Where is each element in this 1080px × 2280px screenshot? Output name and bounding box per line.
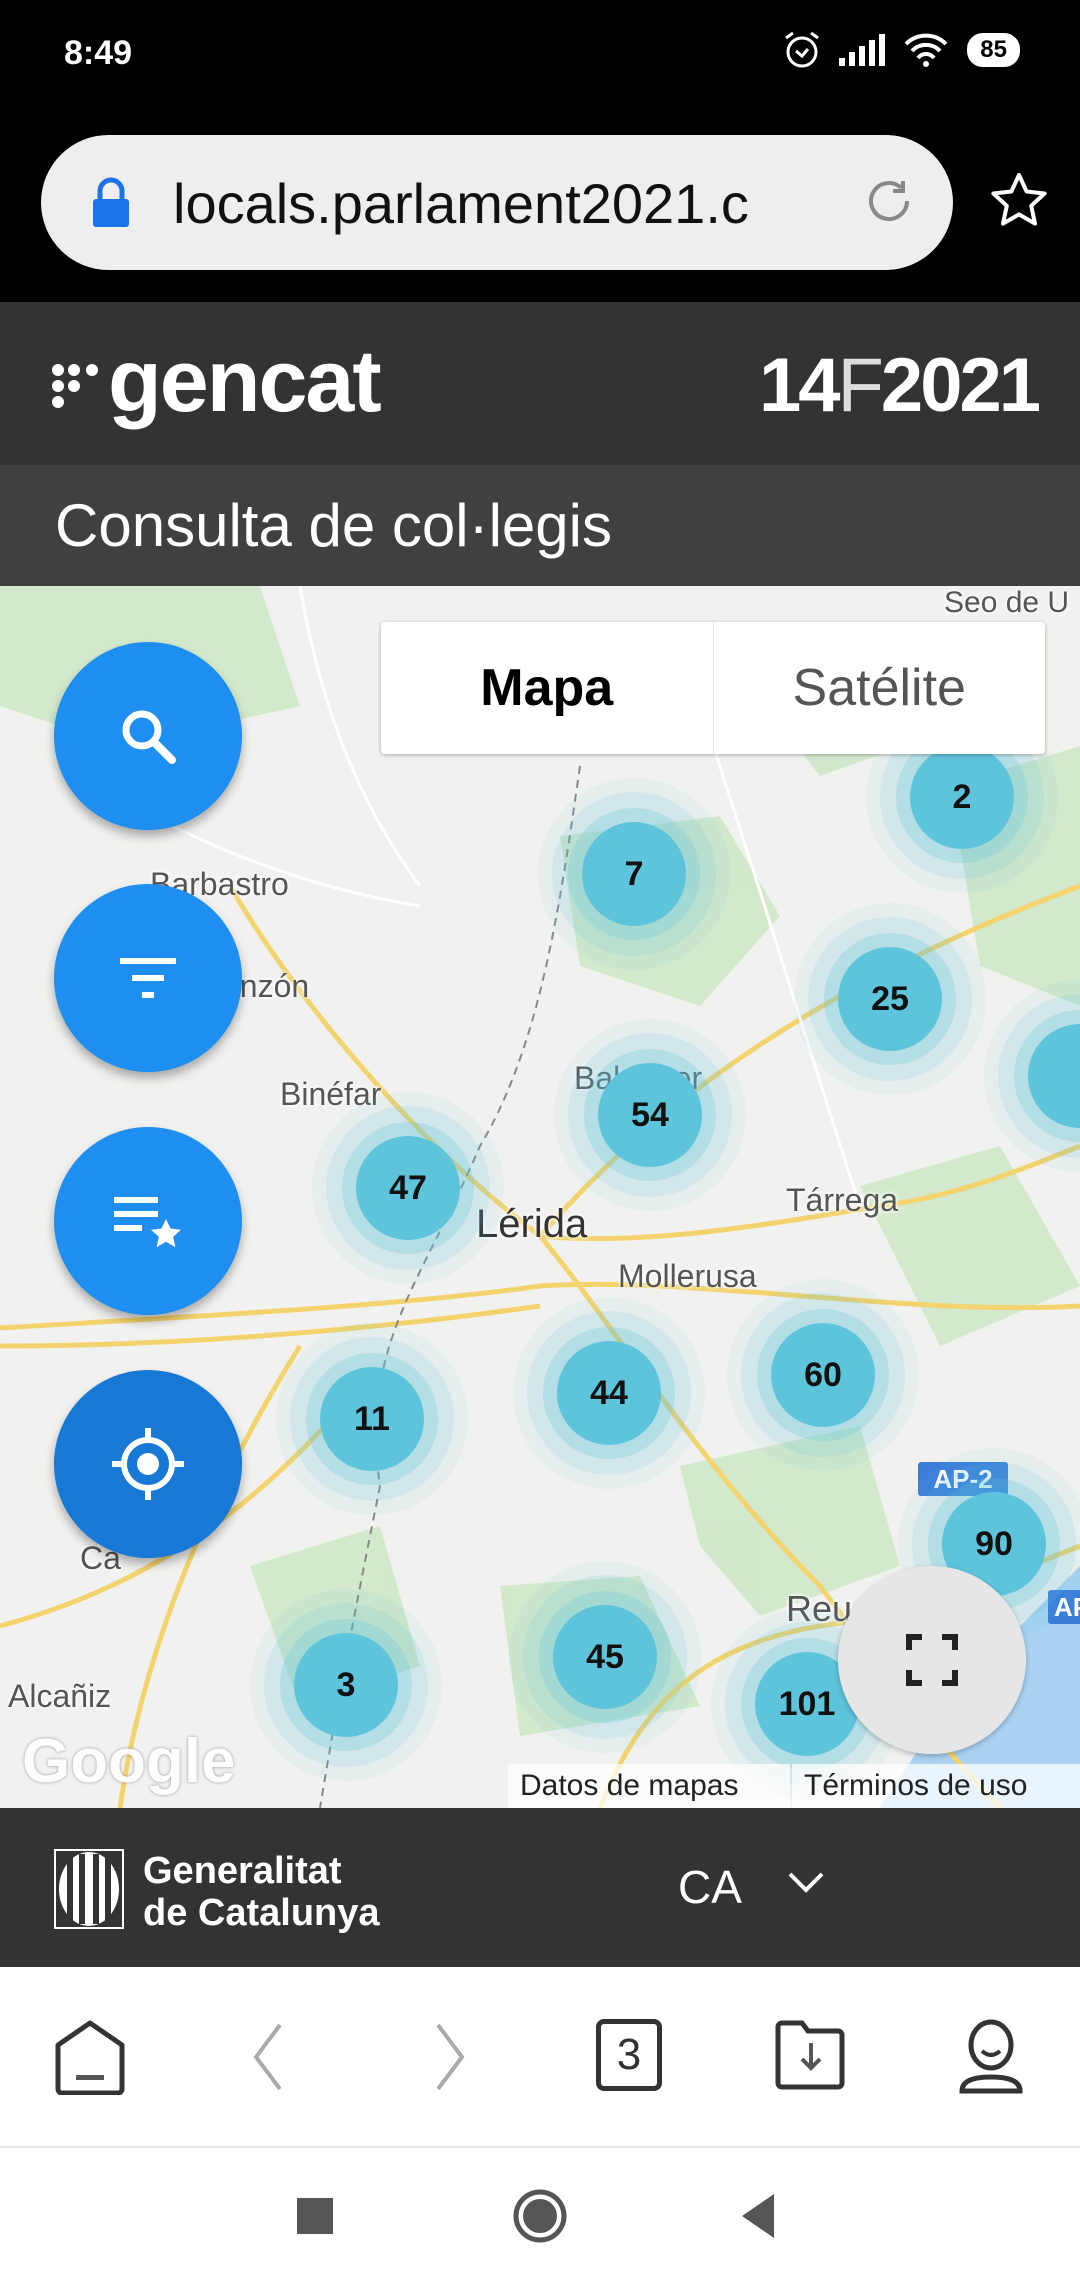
filter-button[interactable] — [54, 884, 242, 1072]
lock-icon — [93, 177, 129, 227]
marker-cluster[interactable]: 11 — [320, 1367, 424, 1471]
forward-icon[interactable] — [430, 2019, 470, 2095]
org-line: de Catalunya — [143, 1892, 380, 1934]
org-line: Generalitat — [143, 1850, 342, 1892]
map-data-link[interactable]: Datos de mapas — [508, 1764, 790, 1808]
my-location-icon — [112, 1428, 184, 1500]
search-button[interactable] — [54, 642, 242, 830]
wifi-icon — [904, 33, 948, 67]
google-logo: Google — [22, 1727, 236, 1796]
url-text[interactable]: locals.parlament2021.c — [173, 171, 749, 236]
gencat-logo[interactable]: gencat — [50, 330, 382, 432]
my-location-button[interactable] — [54, 1370, 242, 1558]
logo-part: 14 — [758, 343, 841, 428]
marker-cluster[interactable]: 2 — [910, 745, 1014, 849]
gencat-logo-text: gencat — [108, 331, 382, 430]
address-bar[interactable]: locals.parlament2021.c — [41, 135, 953, 270]
gencat-dots-icon — [52, 364, 98, 408]
place-label: Mollerusa — [618, 1258, 757, 1294]
marker-cluster[interactable]: 45 — [553, 1605, 657, 1709]
road-badge: AP-2 — [918, 1462, 1008, 1496]
terms-link[interactable]: Términos de uso — [792, 1764, 1080, 1808]
language-selector[interactable]: CA — [678, 1860, 742, 1914]
place-label: Lérida — [476, 1202, 588, 1246]
clock: 8:49 — [64, 34, 133, 72]
fullscreen-button[interactable] — [838, 1566, 1026, 1754]
place-label: Alcañiz — [8, 1678, 112, 1714]
logo-part: 2021 — [880, 343, 1041, 428]
map-type-control: Mapa Satélite — [381, 622, 1045, 754]
marker-cluster[interactable]: 44 — [557, 1341, 661, 1445]
chevron-down-icon[interactable] — [786, 1868, 826, 1898]
status-bar: 8:49 85 — [0, 0, 1080, 116]
status-icons: 85 — [783, 30, 1020, 70]
place-label: Tárrega — [786, 1182, 899, 1218]
page-title: Consulta de col·legis — [55, 492, 612, 559]
tabs-button[interactable]: 3 — [596, 2019, 662, 2091]
generalitat-name: Generalitat de Catalunya — [143, 1850, 380, 1934]
place-label: Seo de U — [944, 586, 1070, 619]
marker-cluster[interactable]: 25 — [838, 947, 942, 1051]
site-footer: Generalitat de Catalunya CA — [0, 1808, 1080, 1967]
title-bar: Consulta de col·legis — [0, 465, 1080, 586]
site-header: gencat 14F2021 — [0, 302, 1080, 465]
marker-cluster[interactable]: 60 — [771, 1323, 875, 1427]
bookmark-star-icon[interactable] — [990, 172, 1048, 228]
system-back-icon[interactable] — [738, 2192, 778, 2240]
marker-cluster[interactable]: 3 — [294, 1633, 398, 1737]
home-icon[interactable] — [54, 2019, 126, 2095]
favorites-list-button[interactable] — [54, 1127, 242, 1315]
home-circle-icon[interactable] — [512, 2188, 568, 2244]
browser-nav-bar: 3 — [0, 1967, 1080, 2148]
fullscreen-icon — [906, 1634, 958, 1686]
map-type-satellite[interactable]: Satélite — [714, 622, 1046, 754]
back-icon[interactable] — [248, 2019, 288, 2095]
search-icon — [122, 710, 176, 764]
downloads-icon[interactable] — [774, 2019, 848, 2091]
system-nav-bar — [0, 2148, 1080, 2280]
marker-cluster[interactable]: 7 — [582, 822, 686, 926]
place-label: Binéfar — [280, 1076, 382, 1112]
alarm-icon — [785, 31, 820, 68]
signal-icon — [839, 34, 886, 66]
recents-icon[interactable] — [297, 2198, 333, 2234]
filter-icon — [120, 958, 176, 998]
marker-cluster[interactable]: 47 — [356, 1136, 460, 1240]
map-type-mapa[interactable]: Mapa — [381, 622, 714, 754]
road-badge: AP — [1048, 1590, 1080, 1624]
generalitat-emblem-icon — [54, 1849, 124, 1929]
logo-part: F — [837, 343, 883, 428]
reload-icon[interactable] — [861, 173, 917, 229]
marker-cluster[interactable]: 54 — [598, 1063, 702, 1167]
battery-indicator: 85 — [967, 33, 1020, 67]
map[interactable]: BarbastroonzónBinéfarLéridaBalaguerTárre… — [0, 586, 1080, 1808]
favorites-list-icon — [114, 1197, 181, 1248]
14f2021-logo: 14F2021 — [758, 342, 1041, 429]
place-label: Reu — [786, 1588, 853, 1629]
profile-icon[interactable] — [958, 2019, 1024, 2095]
